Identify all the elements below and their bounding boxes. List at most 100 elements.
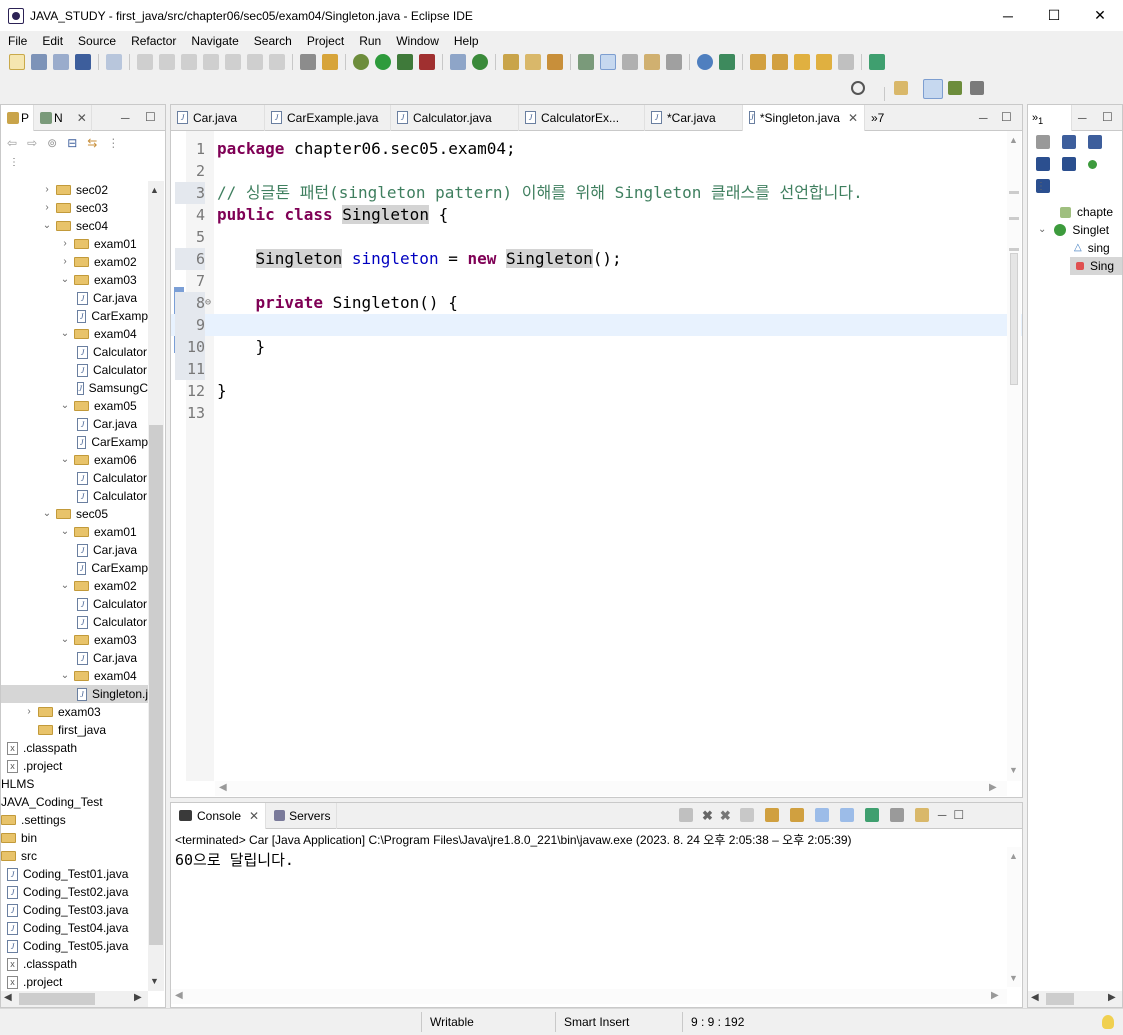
new-icon[interactable]	[9, 54, 25, 70]
sort-icon[interactable]	[1088, 135, 1102, 149]
show-on-error-icon[interactable]	[839, 808, 854, 822]
editor-tab[interactable]: J Calculator.java	[391, 104, 519, 131]
outline-item[interactable]: ⌄ Singlet	[1028, 221, 1122, 239]
show-whitespace-icon[interactable]	[644, 54, 660, 70]
disconnect-icon[interactable]	[203, 54, 219, 70]
save-all-icon[interactable]	[53, 54, 69, 70]
chevron-down-icon[interactable]: ⌄	[59, 271, 71, 289]
java-perspective-icon[interactable]	[923, 79, 943, 99]
remove-launch-icon[interactable]: ✖	[702, 808, 713, 824]
tree-item[interactable]: J Calculator	[1, 613, 148, 631]
code-line[interactable]: 3 // 싱글톤 패턴(singleton pattern) 이해를 위해 Sin…	[171, 182, 1022, 204]
tab-overflow[interactable]: »7	[865, 105, 890, 131]
menu-project[interactable]: Project	[299, 34, 351, 48]
chevron-down-icon[interactable]: ⌄	[59, 325, 71, 343]
explorer-scrollbar[interactable]: ▲ ▼	[148, 181, 164, 991]
chevron-down-icon[interactable]: ⌄	[59, 631, 71, 649]
code-editor[interactable]: 1 package chapter06.sec05.exam04; 2 3 // 싱글톤…	[171, 131, 1022, 797]
menu-edit[interactable]: Edit	[34, 34, 70, 48]
tree-item[interactable]: J Coding_Test03.java	[1, 901, 148, 919]
globe-icon[interactable]	[697, 54, 713, 70]
tree-item[interactable]: x .project	[1, 757, 148, 775]
tab-outline[interactable]: » 1	[1028, 104, 1072, 131]
outline-item[interactable]: chapte	[1028, 203, 1122, 221]
minimize-button[interactable]: ─	[985, 0, 1031, 31]
chevron-down-icon[interactable]: ⌄	[41, 217, 53, 235]
focus-icon[interactable]	[1062, 135, 1076, 149]
code-line[interactable]: 12}	[171, 380, 1022, 402]
code-line[interactable]: 6 Singleton singleton = new Singleton();	[171, 248, 1022, 270]
editor-tab[interactable]: J *Singleton.java ✕	[743, 104, 865, 131]
tree-item[interactable]: ⌄ exam01	[1, 523, 148, 541]
code-line[interactable]: 9	[171, 314, 1022, 336]
tree-item[interactable]: ⌄ exam06	[1, 451, 148, 469]
tab-package-explorer[interactable]: P	[1, 104, 35, 131]
tree-item[interactable]: ⌄ exam02	[1, 577, 148, 595]
display-console-icon[interactable]	[889, 808, 904, 822]
scroll-lock-icon[interactable]	[764, 808, 779, 822]
tree-item[interactable]: HLMS	[1, 775, 148, 793]
next-annotation-icon[interactable]	[750, 54, 766, 70]
forward-nav-icon[interactable]: ⇨	[27, 136, 37, 150]
lightbulb-icon[interactable]	[1102, 1015, 1114, 1029]
terminate-icon[interactable]	[181, 54, 197, 70]
tree-item[interactable]: J Calculator	[1, 595, 148, 613]
annotation-icon[interactable]	[578, 54, 594, 70]
skip-breakpoints-icon[interactable]	[106, 54, 122, 70]
chevron-down-icon[interactable]: ⌄	[41, 505, 53, 523]
tree-item[interactable]: J SamsungC	[1, 379, 148, 397]
maximize-view-icon[interactable]: ☐	[145, 110, 156, 124]
code-line[interactable]: 8 ⊖ private Singleton() {	[171, 292, 1022, 314]
maximize-view-icon[interactable]: ☐	[1102, 110, 1113, 124]
view-menu-icon[interactable]: ⋮	[107, 136, 119, 150]
code-line[interactable]: 11	[171, 358, 1022, 380]
chevron-right-icon[interactable]: ›	[59, 253, 71, 271]
editor-tab[interactable]: J *Car.java	[645, 104, 743, 131]
tree-item[interactable]: J Coding_Test04.java	[1, 919, 148, 937]
tree-item[interactable]: ⌄ sec05	[1, 505, 148, 523]
chevron-down-icon[interactable]: ⌄	[59, 523, 71, 541]
open-console-icon[interactable]	[914, 808, 929, 822]
menu-window[interactable]: Window	[388, 34, 446, 48]
tree-item[interactable]: x .classpath	[1, 955, 148, 973]
editor-hscrollbar[interactable]: ◀ ▶	[215, 781, 1007, 796]
tree-item[interactable]: J Car.java	[1, 649, 148, 667]
tree-item[interactable]: J Coding_Test01.java	[1, 865, 148, 883]
code-line[interactable]: 7	[171, 270, 1022, 292]
tree-item[interactable]: J Car.java	[1, 289, 148, 307]
tree-item[interactable]: J CarExamp	[1, 307, 148, 325]
tab-console[interactable]: Console ✕	[171, 802, 267, 829]
save-icon[interactable]	[31, 54, 47, 70]
fold-icon[interactable]: ⊖	[205, 292, 211, 314]
step-into-icon[interactable]	[225, 54, 241, 70]
editor-tab[interactable]: J CalculatorEx...	[519, 104, 645, 131]
tree-item[interactable]: bin	[1, 829, 148, 847]
tab-navigator[interactable]: N ✕	[34, 104, 92, 131]
close-icon[interactable]: ✕	[848, 111, 858, 125]
editor-tab[interactable]: J CarExample.java	[265, 104, 391, 131]
tree-item[interactable]: x .classpath	[1, 739, 148, 757]
new-class-icon[interactable]	[472, 54, 488, 70]
collapse-icon[interactable]	[1036, 135, 1050, 149]
tree-item[interactable]: ⌄ exam04	[1, 325, 148, 343]
minimize-view-icon[interactable]: ─	[938, 808, 947, 824]
menu-run[interactable]: Run	[351, 34, 388, 48]
outline-item[interactable]: △ sing	[1028, 239, 1122, 257]
new-java-project-icon[interactable]	[450, 54, 466, 70]
tree-item[interactable]: x .project	[1, 973, 148, 991]
code-line[interactable]: 2	[171, 160, 1022, 182]
prev-annotation-icon[interactable]	[772, 54, 788, 70]
tree-item[interactable]: J Singleton.j	[1, 685, 148, 703]
open-perspective-icon[interactable]	[894, 81, 908, 95]
tree-item[interactable]: J Calculator	[1, 343, 148, 361]
tree-item[interactable]: J Calculator	[1, 469, 148, 487]
git-perspective-icon[interactable]	[970, 81, 984, 95]
toggle-block-icon[interactable]	[300, 54, 316, 70]
highlight-icon[interactable]	[600, 54, 616, 70]
tree-item[interactable]: ⌄ exam05	[1, 397, 148, 415]
maximize-button[interactable]: ☐	[1031, 0, 1077, 31]
resume-icon[interactable]	[137, 54, 153, 70]
pin-editor-icon[interactable]	[869, 54, 885, 70]
tab-servers[interactable]: Servers	[266, 802, 338, 829]
back-icon[interactable]	[816, 54, 832, 70]
